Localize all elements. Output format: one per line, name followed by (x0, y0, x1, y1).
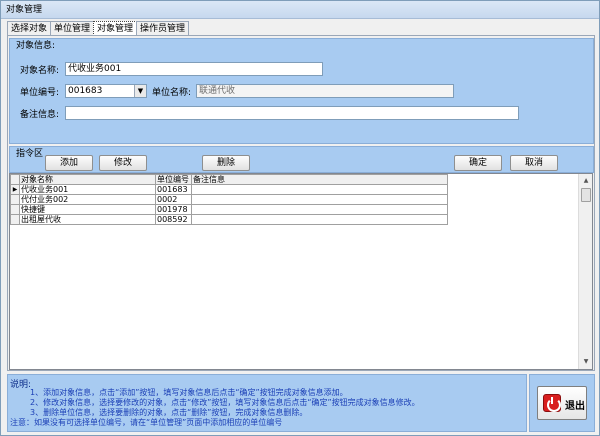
help-panel: 说明: 1、添加对象信息，点击“添加”按钮，填写对象信息后点击“确定”按钮完成对… (7, 374, 527, 432)
object-info-group: 对象信息: 对象名称: 代收业务001 单位编号: 001683 ▼ 单位名称:… (9, 38, 594, 144)
help-title: 说明: (10, 380, 32, 390)
cell-remark[interactable] (191, 184, 448, 195)
object-name-label: 对象名称: (20, 66, 60, 76)
scroll-thumb[interactable] (581, 188, 591, 202)
table-row[interactable]: 快捷键 001978 (10, 204, 448, 215)
unit-code-label: 单位编号: (20, 88, 60, 98)
help-line: 3、删除单位信息，选择要删除的对象，点击“删除”按钮，完成对象信息删除。 (30, 408, 308, 417)
tab-bar: 选择对象 单位管理 对象管理 操作员管理 (7, 21, 190, 36)
cell-unit-code[interactable]: 001978 (155, 204, 192, 215)
cancel-button[interactable]: 取消 (510, 155, 558, 171)
table-row[interactable]: 代付业务002 0002 (10, 194, 448, 205)
edit-button[interactable]: 修改 (99, 155, 147, 171)
object-management-window: 对象管理 选择对象 单位管理 对象管理 操作员管理 对象信息: 对象名称: 代收… (0, 0, 600, 436)
cell-remark[interactable] (191, 214, 448, 225)
add-button[interactable]: 添加 (45, 155, 93, 171)
remark-input[interactable] (65, 106, 519, 120)
object-name-input[interactable]: 代收业务001 (65, 62, 323, 76)
column-header-remark[interactable]: 备注信息 (191, 174, 448, 185)
row-selector-icon[interactable]: ▶ (10, 184, 20, 195)
unit-code-value: 001683 (68, 86, 103, 96)
row-selector[interactable] (10, 214, 20, 225)
tab-operator-management[interactable]: 操作员管理 (136, 21, 190, 36)
arrow-up-icon[interactable]: ▲ (580, 175, 592, 187)
unit-name-field: 联通代收 (196, 84, 454, 98)
unit-code-select[interactable]: 001683 ▼ (65, 84, 147, 98)
arrow-down-icon[interactable]: ▼ (580, 356, 592, 368)
command-title: 指令区 (16, 149, 44, 159)
help-note: 注意：如果没有可选择单位编号，请在“单位管理”页面中添加相应的单位编号 (10, 418, 283, 427)
column-header-object-name[interactable]: 对象名称 (19, 174, 156, 185)
help-line: 1、添加对象信息，点击“添加”按钮，填写对象信息后点击“确定”按钮完成对象信息添… (30, 388, 348, 397)
object-grid[interactable]: 对象名称 单位编号 备注信息 ▶ 代收业务001 001683 代付业务002 … (9, 173, 593, 370)
cell-remark[interactable] (191, 204, 448, 215)
cell-unit-code[interactable]: 0002 (155, 194, 192, 205)
cell-unit-code[interactable]: 001683 (155, 184, 192, 195)
tab-unit-management[interactable]: 单位管理 (50, 21, 95, 36)
command-group: 指令区 添加 修改 删除 确定 取消 (9, 146, 594, 173)
row-selector[interactable] (10, 204, 20, 215)
cell-object-name[interactable]: 代收业务001 (19, 184, 156, 195)
cell-object-name[interactable]: 快捷键 (19, 204, 156, 215)
cell-remark[interactable] (191, 194, 448, 205)
table-header-row: 对象名称 单位编号 备注信息 (10, 174, 448, 185)
remark-label: 备注信息: (20, 110, 60, 120)
vertical-scrollbar[interactable]: ▲ ▼ (578, 174, 592, 369)
cell-object-name[interactable]: 代付业务002 (19, 194, 156, 205)
chevron-down-icon[interactable]: ▼ (134, 85, 146, 97)
tab-select-object[interactable]: 选择对象 (7, 21, 52, 36)
table-row[interactable]: ▶ 代收业务001 001683 (10, 184, 448, 195)
window-title: 对象管理 (1, 1, 599, 19)
cell-unit-code[interactable]: 008592 (155, 214, 192, 225)
object-table: 对象名称 单位编号 备注信息 ▶ 代收业务001 001683 代付业务002 … (10, 174, 448, 225)
exit-label: 退出 (565, 401, 585, 412)
row-selector[interactable] (10, 194, 20, 205)
header-corner (10, 174, 20, 185)
column-header-unit-code[interactable]: 单位编号 (155, 174, 192, 185)
delete-button[interactable]: 删除 (202, 155, 250, 171)
table-row[interactable]: 出租屋代收 008592 (10, 214, 448, 225)
help-line: 2、修改对象信息，选择要修改的对象，点击“修改”按钮，填写对象信息后点击“确定”… (30, 398, 420, 407)
unit-name-label: 单位名称: (152, 88, 192, 98)
exit-button[interactable]: 退出 (537, 386, 587, 420)
cell-object-name[interactable]: 出租屋代收 (19, 214, 156, 225)
confirm-button[interactable]: 确定 (454, 155, 502, 171)
exit-panel: 退出 (529, 374, 595, 432)
power-icon (543, 394, 561, 412)
tab-object-management[interactable]: 对象管理 (93, 21, 138, 36)
object-info-title: 对象信息: (16, 41, 56, 51)
